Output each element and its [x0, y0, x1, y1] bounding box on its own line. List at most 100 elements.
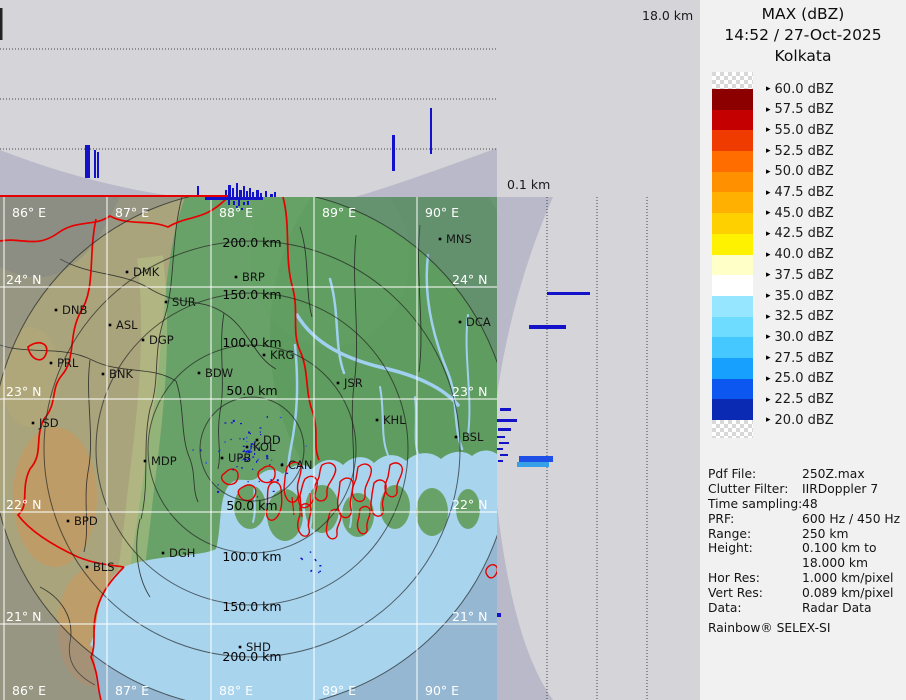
dbz-label-45.0: ▸45.0 dBZ — [766, 205, 834, 221]
metadata-row: PRF:600 Hz / 450 Hz — [708, 512, 904, 527]
city-dot-DNB — [55, 309, 58, 312]
city-dot-MDP — [144, 460, 147, 463]
metadata-value: 48 — [802, 497, 818, 512]
city-label-DNB: DNB — [62, 303, 87, 317]
swatch-4 — [712, 172, 753, 193]
swatch-12 — [712, 337, 753, 358]
city-label-BLS: BLS — [93, 560, 115, 574]
lon-label: 86° E — [12, 205, 46, 220]
metadata-label: PRF: — [708, 512, 802, 527]
ring-label: 150.0 km — [222, 287, 281, 302]
swatch-11 — [712, 317, 753, 338]
product-name: MAX (dBZ) — [700, 4, 906, 25]
tick-arrow-icon: ▸ — [766, 415, 771, 425]
swatch-14 — [712, 379, 753, 400]
tick-arrow-icon: ▸ — [766, 84, 771, 94]
top-panel-gridlines — [0, 49, 497, 149]
city-dot-BNK — [102, 373, 105, 376]
side-height-projection-panel — [497, 197, 700, 700]
metadata-label: Pdf File: — [708, 467, 802, 482]
metadata-label: Time sampling: — [708, 497, 802, 512]
city-label-ASL: ASL — [116, 318, 138, 332]
dbz-label-57.5: ▸57.5 dBZ — [766, 102, 834, 118]
tick-arrow-icon: ▸ — [766, 332, 771, 342]
city-dot-SUR — [165, 301, 168, 304]
metadata-label: Clutter Filter: — [708, 482, 802, 497]
city-dot-KHL — [376, 419, 379, 422]
lat-label: 21° N — [452, 609, 487, 624]
city-dot-BSL — [455, 436, 458, 439]
city-dot-BPD — [67, 520, 70, 523]
height-axis-corner: 18.0 km 0.1 km — [497, 0, 700, 197]
city-dot-ASL — [109, 324, 112, 327]
tick-arrow-icon: ▸ — [766, 188, 771, 198]
software-credit: Rainbow® SELEX-SI — [708, 621, 904, 636]
city-dot-BRP — [235, 276, 238, 279]
tick-arrow-icon: ▸ — [766, 374, 771, 384]
lat-label: 23° N — [452, 384, 487, 399]
ring-label: 50.0 km — [226, 383, 277, 398]
coverage-wedge-right — [355, 148, 497, 197]
ring-label: 200.0 km — [222, 235, 281, 250]
tick-arrow-icon: ▸ — [766, 353, 771, 363]
tick-arrow-icon: ▸ — [766, 208, 771, 218]
city-dot-SHD — [239, 646, 242, 649]
metadata-row: Time sampling:48 — [708, 497, 904, 512]
tick-arrow-icon: ▸ — [766, 229, 771, 239]
dbz-label-50.0: ▸50.0 dBZ — [766, 164, 834, 180]
metadata-value: Radar Data — [802, 601, 871, 616]
city-label-MNS: MNS — [446, 232, 472, 246]
city-dot-DMK — [126, 271, 129, 274]
lat-label: 21° N — [6, 609, 41, 624]
dbz-label-40.0: ▸40.0 dBZ — [766, 247, 834, 263]
city-dot-KOL — [246, 446, 249, 449]
metadata-label: Height: — [708, 541, 802, 556]
tick-arrow-icon: ▸ — [766, 291, 771, 301]
dbz-label-25.0: ▸25.0 dBZ — [766, 371, 834, 387]
metadata-row: 18.000 km — [708, 556, 904, 571]
min-height-label: 0.1 km — [507, 177, 550, 192]
lat-label: 22° N — [452, 497, 487, 512]
metadata-row: Hor Res:1.000 km/pixel — [708, 571, 904, 586]
dbz-label-20.0: ▸20.0 dBZ — [766, 412, 834, 428]
tick-arrow-icon: ▸ — [766, 105, 771, 115]
coverage-wedge-bottom — [497, 505, 553, 700]
metadata-row: Range:250 km — [708, 527, 904, 542]
legend-panel: MAX (dBZ) 14:52 / 27-Oct-2025 Kolkata ▸6… — [700, 0, 906, 700]
station-name: Kolkata — [700, 46, 906, 67]
tick-arrow-icon: ▸ — [766, 146, 771, 156]
metadata-value: 600 Hz / 450 Hz — [802, 512, 900, 527]
city-dot-JSD — [32, 422, 35, 425]
metadata-value: 0.089 km/pixel — [802, 586, 893, 601]
city-dot-KRG — [263, 354, 266, 357]
dbz-label-30.0: ▸30.0 dBZ — [766, 329, 834, 345]
lat-label: 22° N — [6, 497, 41, 512]
city-label-JSD: JSD — [38, 416, 59, 430]
dbz-label-55.0: ▸55.0 dBZ — [766, 122, 834, 138]
city-label-CAN: CAN — [288, 458, 313, 472]
dbz-label-60.0: ▸60.0 dBZ — [766, 81, 834, 97]
top-height-projection-panel — [0, 0, 497, 197]
dbz-label-47.5: ▸47.5 dBZ — [766, 185, 834, 201]
city-dot-DGP — [142, 339, 145, 342]
city-label-BSL: BSL — [462, 430, 484, 444]
swatch-9 — [712, 275, 753, 296]
lon-label: 86° E — [12, 683, 46, 698]
dbz-label-35.0: ▸35.0 dBZ — [766, 288, 834, 304]
tick-arrow-icon: ▸ — [766, 395, 771, 405]
top-panel-canvas — [0, 0, 497, 197]
swatch-7 — [712, 234, 753, 255]
lat-label: 23° N — [6, 384, 41, 399]
product-metadata: Pdf File:250Z.maxClutter Filter:IIRDoppl… — [708, 467, 904, 636]
swatch-0 — [712, 89, 753, 110]
dbz-colorbar — [712, 72, 753, 438]
ring-label: 50.0 km — [226, 498, 277, 513]
metadata-row: Data:Radar Data — [708, 601, 904, 616]
city-label-PRL: PRL — [57, 356, 79, 370]
city-dot-DGH — [162, 552, 165, 555]
metadata-row: Pdf File:250Z.max — [708, 467, 904, 482]
metadata-label: Hor Res: — [708, 571, 802, 586]
metadata-rows: Pdf File:250Z.maxClutter Filter:IIRDoppl… — [708, 467, 904, 616]
tick-arrow-icon: ▸ — [766, 270, 771, 280]
city-dot-CAN — [281, 464, 284, 467]
